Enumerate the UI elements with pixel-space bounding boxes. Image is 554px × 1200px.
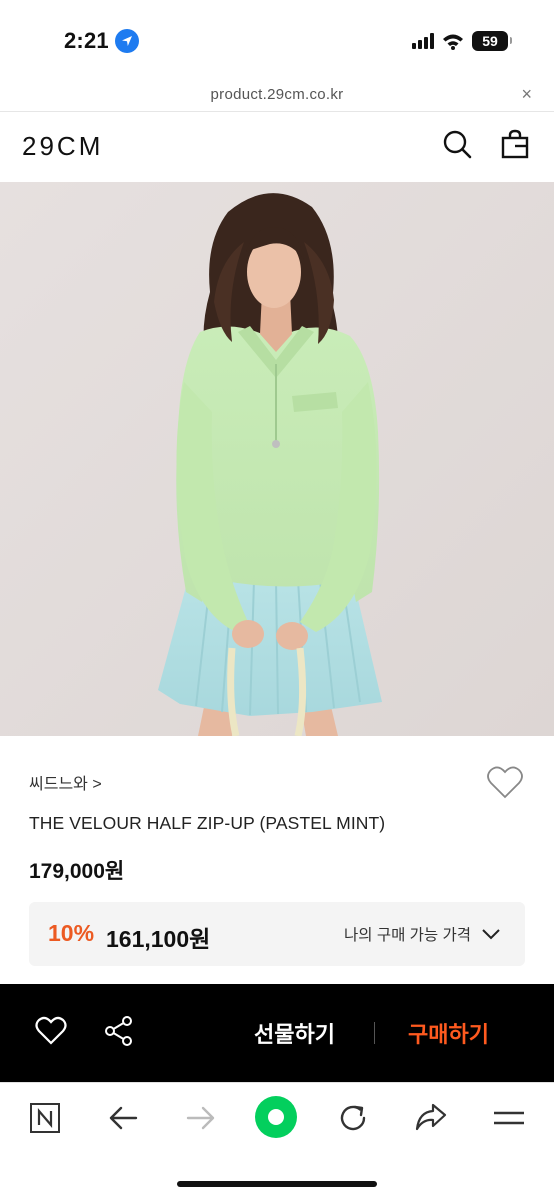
site-header: 29CM — [0, 112, 554, 182]
share-arrow-icon[interactable] — [414, 1101, 448, 1135]
home-indicator — [177, 1181, 377, 1187]
discount-price-box[interactable]: 10% 161,100원 나의 구매 가능 가격 — [29, 902, 525, 966]
battery-level: 59 — [482, 33, 498, 49]
naver-n-icon[interactable] — [28, 1101, 62, 1135]
product-image[interactable] — [0, 182, 554, 736]
url-text[interactable]: product.29cm.co.kr — [0, 86, 554, 103]
reload-icon[interactable] — [336, 1101, 370, 1135]
discount-rate: 10% — [48, 920, 95, 946]
menu-icon[interactable] — [492, 1101, 526, 1135]
naver-green-dot-icon[interactable] — [254, 1095, 298, 1139]
product-name: THE VELOUR HALF ZIP-UP (PASTEL MINT) — [29, 813, 386, 833]
button-divider — [374, 1022, 375, 1044]
back-arrow-icon[interactable] — [106, 1101, 140, 1135]
status-time: 2:21 — [64, 28, 139, 54]
forward-arrow-icon[interactable] — [184, 1101, 218, 1135]
status-bar: 2:21 59 — [0, 0, 554, 78]
status-indicators: 59 — [412, 31, 512, 51]
discount-label[interactable]: 나의 구매 가능 가격 — [344, 923, 471, 945]
like-heart-icon[interactable] — [35, 1015, 67, 1047]
clock-text: 2:21 — [64, 28, 109, 53]
gift-button[interactable]: 선물하기 — [254, 1017, 335, 1049]
location-arrow-icon — [114, 29, 139, 53]
url-bar[interactable]: product.29cm.co.kr × — [0, 78, 554, 112]
wifi-icon — [443, 34, 463, 50]
heart-icon[interactable] — [486, 764, 524, 800]
discount-price: 161,100원 — [106, 926, 211, 952]
share-icon[interactable] — [103, 1015, 135, 1047]
shopping-bag-icon[interactable] — [500, 129, 530, 159]
buy-button[interactable]: 구매하기 — [408, 1017, 489, 1049]
site-logo[interactable]: 29CM — [22, 131, 103, 162]
battery-icon: 59 — [472, 31, 512, 51]
browser-toolbar — [0, 1082, 554, 1200]
close-icon[interactable]: × — [521, 85, 532, 103]
brand-link[interactable]: 씨드느와 > — [29, 770, 102, 794]
search-icon[interactable] — [442, 129, 472, 159]
purchase-bar: 선물하기 구매하기 — [0, 984, 554, 1082]
product-price: 179,000원 — [29, 860, 125, 883]
chevron-down-icon[interactable] — [481, 924, 501, 944]
signal-icon — [412, 33, 434, 49]
